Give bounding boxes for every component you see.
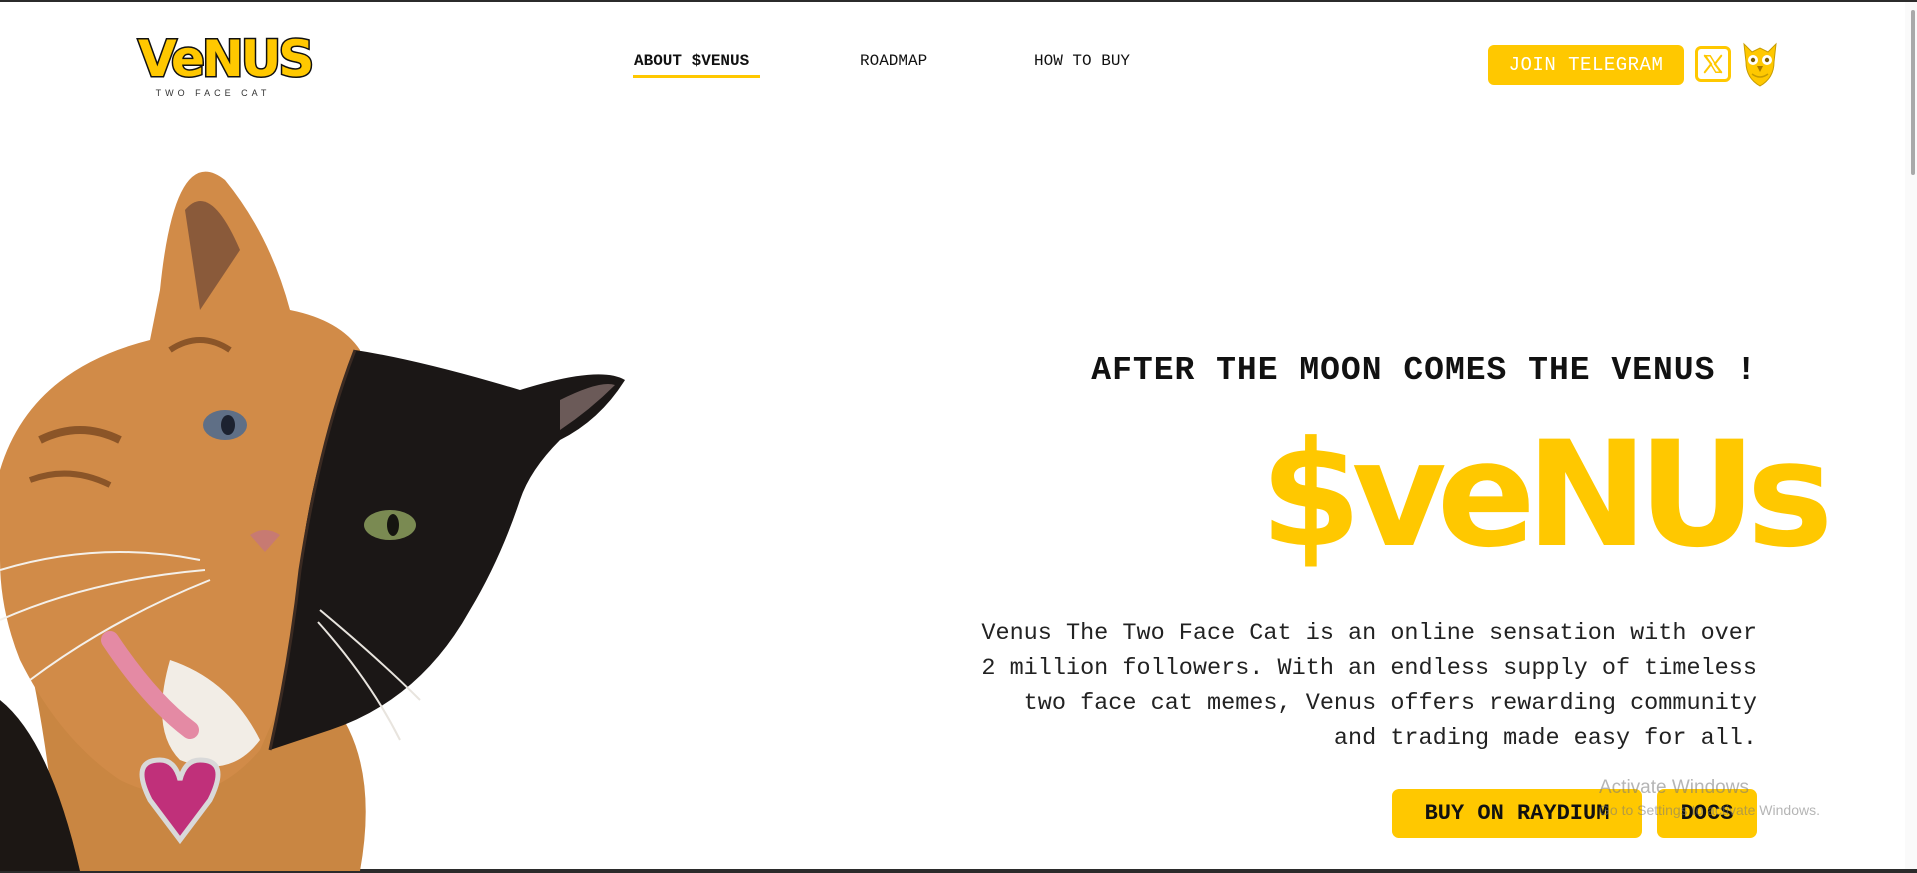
hero-description: Venus The Two Face Cat is an online sens… xyxy=(900,616,1757,756)
nav-about[interactable]: ABOUT $VENUS xyxy=(634,52,749,70)
scrollbar[interactable] xyxy=(1905,2,1917,869)
description-line: 2 million followers. With an endless sup… xyxy=(981,655,1757,682)
nav-roadmap[interactable]: ROADMAP xyxy=(860,52,927,70)
owl-link-button[interactable] xyxy=(1740,40,1780,88)
logo-wordmark: VeNUS xyxy=(137,29,316,90)
hero-title: $veNUs xyxy=(1260,410,1833,580)
description-line: and trading made easy for all. xyxy=(1333,725,1757,752)
activate-windows-subtitle: Go to Settings to activate Windows. xyxy=(1599,802,1820,818)
description-line: Venus The Two Face Cat is an online sens… xyxy=(981,620,1757,647)
window-top-border xyxy=(0,0,1917,2)
site-logo[interactable]: VeNUS TWO FACE CAT xyxy=(137,28,316,106)
x-twitter-icon xyxy=(1703,54,1723,74)
hero-tagline: AFTER THE MOON COMES THE VENUS ! xyxy=(1091,352,1757,389)
logo-subtitle: TWO FACE CAT xyxy=(155,88,271,98)
x-twitter-button[interactable] xyxy=(1695,46,1731,82)
description-line: two face cat memes, Venus offers rewardi… xyxy=(1023,690,1757,717)
activate-windows-title: Activate Windows xyxy=(1599,777,1749,798)
nav-active-underline xyxy=(633,75,760,78)
two-face-cat-image xyxy=(0,171,625,871)
owl-icon xyxy=(1743,42,1777,87)
nav-how-to-buy[interactable]: HOW TO BUY xyxy=(1034,52,1130,70)
scrollbar-thumb[interactable] xyxy=(1911,10,1915,175)
join-telegram-button[interactable]: JOIN TELEGRAM xyxy=(1488,45,1684,85)
